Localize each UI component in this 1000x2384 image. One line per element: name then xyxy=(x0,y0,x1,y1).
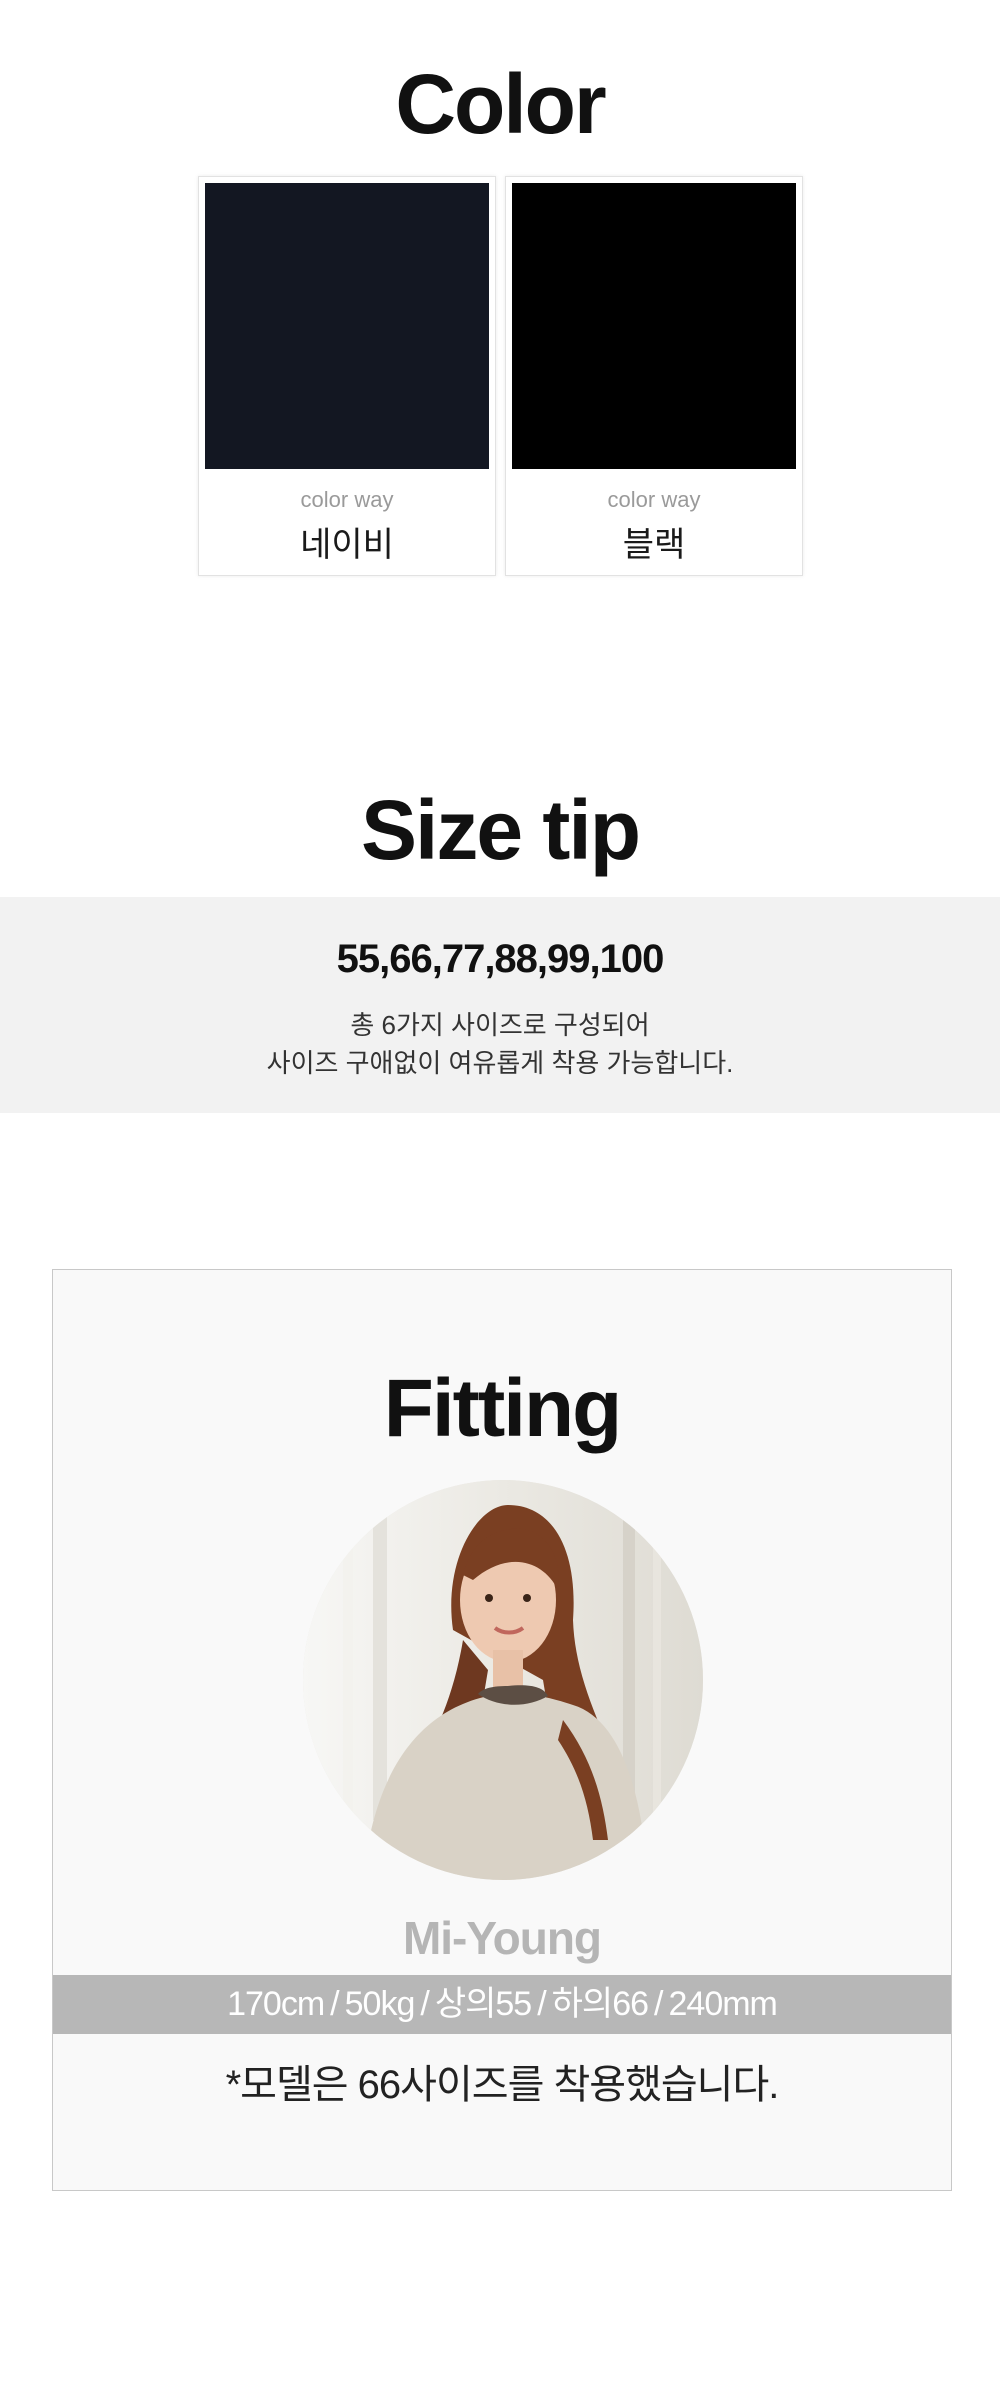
model-height: 170cm xyxy=(227,1985,325,2023)
color-section-title: Color xyxy=(395,57,606,151)
fitting-note: *모델은 66사이즈를 착용했습니다. xyxy=(225,2063,780,2107)
model-photo xyxy=(303,1480,703,1880)
model-bottom-size: 하의66 xyxy=(551,1985,649,2023)
swatch-color-name: 네이비 xyxy=(300,526,394,564)
model-weight: 50kg xyxy=(344,1985,416,2023)
stats-separator: / xyxy=(420,1985,430,2023)
size-list: 55,66,77,88,99,100 xyxy=(336,937,665,981)
swatch-caption: color way xyxy=(607,487,701,512)
size-tip-title: Size tip xyxy=(360,783,641,877)
color-swatch-card: color way 블랙 xyxy=(505,176,803,576)
model-top-size: 상의55 xyxy=(434,1985,532,2023)
color-swatch-navy xyxy=(205,183,489,469)
stats-separator: / xyxy=(537,1985,547,2023)
model-stats-bar: 170cm/50kg / 상의55/하의66/240mm xyxy=(53,1975,951,2034)
stats-separator: / xyxy=(654,1985,664,2023)
fitting-panel: Fitting Mi-Young 170cm / 50kg / 상의55 / 하… xyxy=(52,1269,952,2191)
fitting-title: Fitting xyxy=(383,1363,622,1454)
model-portrait-image xyxy=(303,1480,703,1880)
size-description-line: 사이즈 구애없이 여유롭게 착용 가능합니다. xyxy=(266,1048,734,1078)
model-shoe-size: 240mm xyxy=(668,1985,778,2023)
swatch-caption: color way xyxy=(300,487,394,512)
size-description-line: 총 6가지 사이즈로 구성되어 xyxy=(350,1010,650,1040)
model-name: Mi-Young xyxy=(402,1912,602,1964)
swatch-color-name: 블랙 xyxy=(622,526,686,564)
color-swatch-black xyxy=(512,183,796,469)
stats-separator: / xyxy=(330,1985,340,2023)
color-swatch-card: color way 네이비 xyxy=(198,176,496,576)
size-tip-band: 55,66,77,88,99,100 총 6가지 사이즈로 구성되어 사이즈 구… xyxy=(0,897,1000,1113)
